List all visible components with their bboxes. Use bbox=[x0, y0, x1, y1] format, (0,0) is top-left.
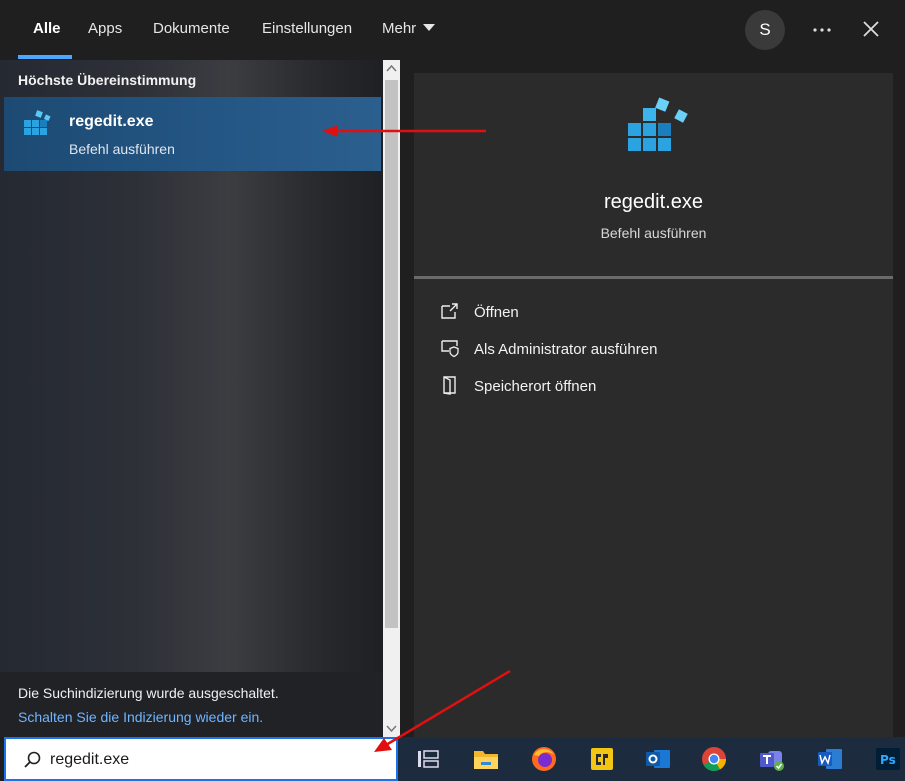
more-options-icon[interactable] bbox=[808, 18, 836, 42]
scroll-up-arrow-icon[interactable] bbox=[383, 60, 400, 77]
firefox-icon[interactable] bbox=[530, 745, 558, 773]
indexing-notice: Die Suchindizierung wurde ausgeschaltet.… bbox=[0, 672, 383, 737]
enable-indexing-link[interactable]: Schalten Sie die Indizierung wieder ein. bbox=[18, 709, 263, 725]
tab-more-label: Mehr bbox=[382, 20, 417, 37]
outlook-icon[interactable] bbox=[644, 745, 672, 773]
action-open[interactable]: Öffnen bbox=[438, 301, 858, 327]
user-avatar[interactable]: S bbox=[745, 10, 785, 50]
file-location-icon bbox=[443, 376, 456, 395]
active-tab-indicator bbox=[18, 55, 72, 59]
action-open-label: Öffnen bbox=[474, 304, 519, 321]
search-header: Alle Apps Dokumente Einstellungen Mehr S bbox=[0, 0, 905, 60]
best-match-title: regedit.exe bbox=[69, 113, 154, 130]
scroll-down-arrow-icon[interactable] bbox=[383, 720, 400, 737]
file-explorer-icon[interactable] bbox=[472, 745, 500, 773]
search-box[interactable]: regedit.exe bbox=[4, 737, 398, 781]
word-icon[interactable] bbox=[816, 745, 844, 773]
tab-settings[interactable]: Einstellungen bbox=[262, 0, 352, 60]
indexing-message: Die Suchindizierung wurde ausgeschaltet. bbox=[18, 685, 279, 701]
open-icon bbox=[441, 303, 458, 319]
best-match-subtitle: Befehl ausführen bbox=[69, 141, 175, 157]
registry-editor-icon bbox=[24, 110, 51, 135]
close-icon[interactable] bbox=[859, 17, 883, 41]
tab-all[interactable]: Alle bbox=[33, 0, 61, 60]
admin-shield-icon bbox=[441, 340, 459, 358]
tab-documents[interactable]: Dokumente bbox=[153, 0, 230, 60]
chrome-icon[interactable] bbox=[700, 745, 728, 773]
task-view-icon[interactable] bbox=[414, 745, 442, 773]
detail-divider bbox=[414, 276, 893, 279]
search-icon bbox=[24, 751, 41, 768]
detail-pane: regedit.exe Befehl ausführen Öffnen Als … bbox=[414, 73, 893, 737]
search-input[interactable]: regedit.exe bbox=[50, 751, 129, 769]
action-open-file-location-label: Speicherort öffnen bbox=[474, 378, 597, 395]
tab-more[interactable]: Mehr bbox=[382, 0, 436, 60]
best-match-heading: Höchste Übereinstimmung bbox=[18, 72, 197, 88]
scrollbar-thumb[interactable] bbox=[385, 80, 398, 628]
caret-down-icon bbox=[423, 24, 436, 31]
photoshop-icon[interactable]: Ps bbox=[874, 745, 902, 773]
action-open-file-location[interactable]: Speicherort öffnen bbox=[438, 375, 858, 401]
tab-apps[interactable]: Apps bbox=[88, 0, 122, 60]
detail-subtitle: Befehl ausführen bbox=[600, 225, 707, 241]
taskbar: Ps bbox=[398, 737, 905, 781]
results-pane: Höchste Übereinstimmung regedit.exe Befe… bbox=[0, 60, 383, 737]
teams-icon[interactable] bbox=[758, 745, 786, 773]
results-scrollbar[interactable] bbox=[383, 60, 400, 737]
action-run-as-admin-label: Als Administrator ausführen bbox=[474, 341, 658, 358]
best-match-result[interactable]: regedit.exe Befehl ausführen bbox=[4, 97, 381, 171]
registry-editor-large-icon bbox=[628, 97, 688, 151]
cr-app-icon[interactable] bbox=[588, 745, 616, 773]
svg-text:Ps: Ps bbox=[880, 753, 896, 767]
action-run-as-admin[interactable]: Als Administrator ausführen bbox=[438, 338, 858, 364]
detail-title: regedit.exe bbox=[604, 191, 703, 213]
